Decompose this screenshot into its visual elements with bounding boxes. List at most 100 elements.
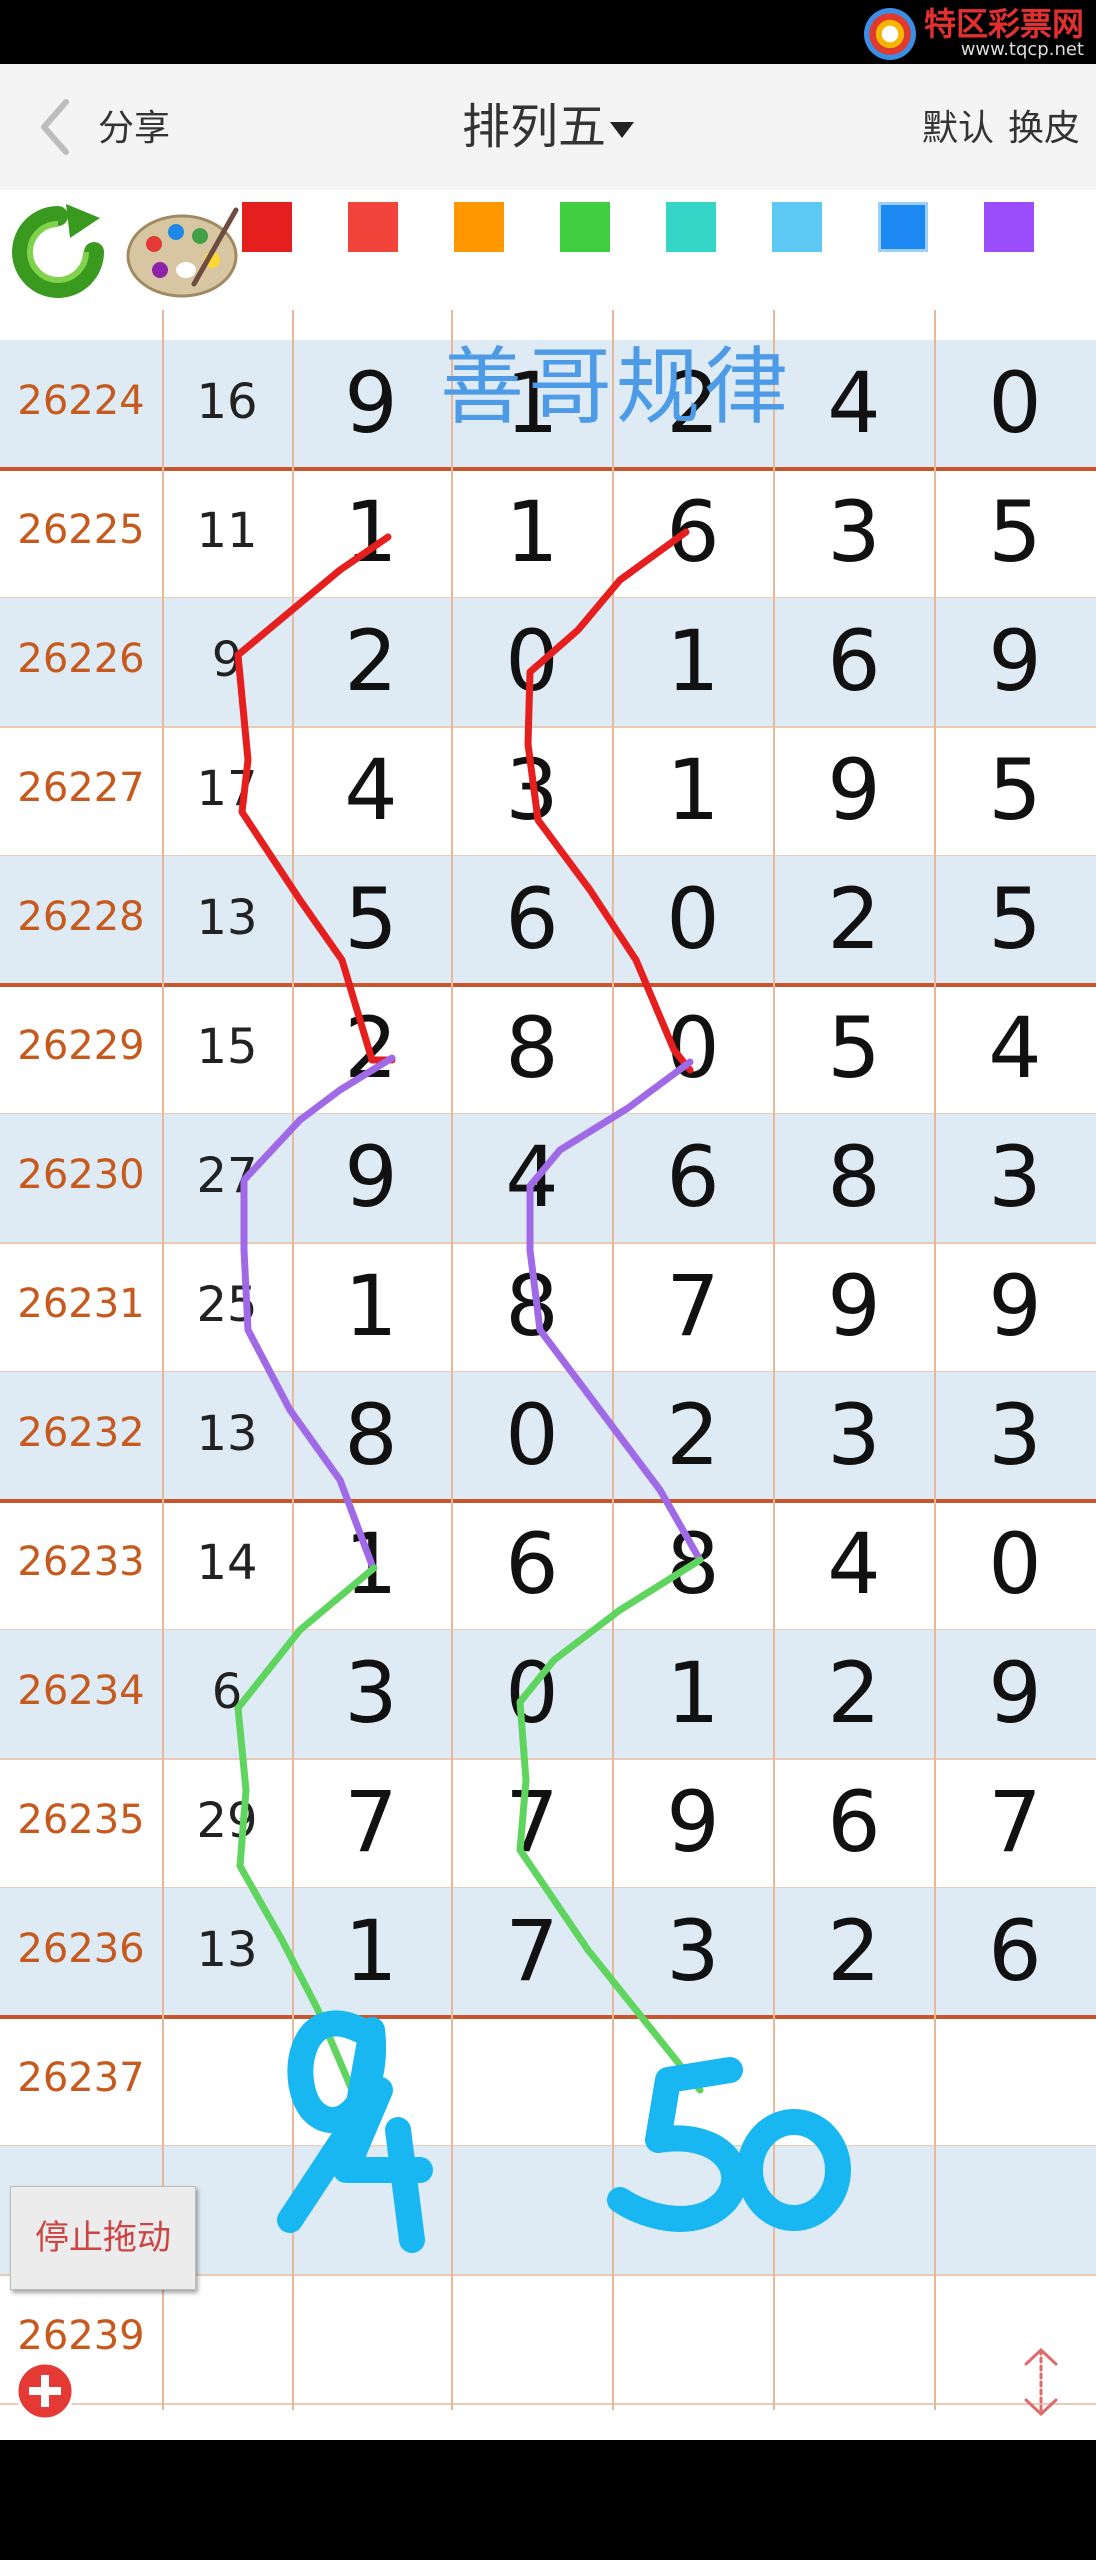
header-right-links: 默认 换皮 xyxy=(908,104,1080,154)
change-skin-button[interactable]: 换皮 xyxy=(1008,108,1080,149)
digit-sum: 6 xyxy=(211,1664,243,1720)
issue-number: 26226 xyxy=(17,636,145,682)
draw-digit: 9 xyxy=(988,1257,1042,1355)
draw-digit: 3 xyxy=(505,741,559,839)
issue-number: 26237 xyxy=(17,2055,145,2101)
logo-mark-icon xyxy=(863,8,916,60)
stop-drag-button[interactable]: 停止拖动 xyxy=(10,2186,196,2290)
draw-digit: 6 xyxy=(666,1128,720,1226)
watermark-text: 善哥规律 xyxy=(440,338,793,436)
column-divider xyxy=(451,310,453,2410)
draw-digit: 7 xyxy=(344,1773,398,1871)
draw-digit: 5 xyxy=(988,870,1042,968)
issue-number: 26239 xyxy=(17,2313,145,2359)
draw-digit: 1 xyxy=(344,1515,398,1613)
draw-digit: 4 xyxy=(827,354,881,452)
draw-digit: 0 xyxy=(666,999,720,1097)
column-divider xyxy=(773,310,775,2410)
issue-number: 26233 xyxy=(17,1539,145,1585)
draw-digit: 9 xyxy=(344,1128,398,1226)
up-down-arrows-icon[interactable] xyxy=(1014,2344,1068,2420)
issue-number: 26229 xyxy=(17,1023,145,1069)
draw-digit: 4 xyxy=(344,741,398,839)
draw-digit: 8 xyxy=(505,999,559,1097)
draw-digit: 9 xyxy=(827,741,881,839)
column-divider xyxy=(934,310,936,2410)
draw-digit: 9 xyxy=(988,612,1042,710)
table-row: 26227 17 4 3 1 9 5 xyxy=(0,727,1096,856)
draw-digit: 9 xyxy=(988,1644,1042,1742)
bottom-spacer xyxy=(0,2410,1096,2440)
issue-number: 26224 xyxy=(17,378,145,424)
draw-digit: 8 xyxy=(505,1257,559,1355)
color-swatch[interactable] xyxy=(772,202,822,252)
table-row: 26230 27 9 4 6 8 3 xyxy=(0,1114,1096,1243)
column-divider xyxy=(162,310,164,2410)
color-swatch[interactable] xyxy=(984,202,1034,252)
digit-sum: 16 xyxy=(196,374,258,430)
issue-number: 26225 xyxy=(17,507,145,553)
draw-digit: 2 xyxy=(827,870,881,968)
site-logo: 特区彩票网 www.tqcp.net xyxy=(863,6,1084,62)
page-title: 排列五 xyxy=(461,99,606,155)
digit-sum: 29 xyxy=(196,1793,258,1849)
table-row: 26229 15 2 8 0 5 4 xyxy=(0,985,1096,1114)
color-swatch[interactable] xyxy=(560,202,610,252)
default-button[interactable]: 默认 xyxy=(922,108,994,149)
digit-sum: 13 xyxy=(196,1406,258,1462)
dropdown-arrow-icon xyxy=(610,122,634,138)
digit-sum: 13 xyxy=(196,1922,258,1978)
issue-number: 26232 xyxy=(17,1410,145,1456)
draw-digit: 6 xyxy=(666,483,720,581)
draw-digit: 3 xyxy=(344,1644,398,1742)
draw-digit: 0 xyxy=(988,354,1042,452)
issue-number: 26231 xyxy=(17,1281,145,1327)
draw-digit: 2 xyxy=(344,612,398,710)
refresh-icon[interactable] xyxy=(10,204,106,300)
draw-digit: 7 xyxy=(666,1257,720,1355)
digit-sum: 14 xyxy=(196,1535,258,1591)
draw-digit: 2 xyxy=(827,1902,881,2000)
draw-digit: 3 xyxy=(827,1386,881,1484)
column-divider xyxy=(292,310,294,2410)
draw-digit: 3 xyxy=(988,1386,1042,1484)
color-swatch[interactable] xyxy=(348,202,398,252)
draw-digit: 1 xyxy=(666,1644,720,1742)
draw-digit: 5 xyxy=(344,870,398,968)
logo-url: www.tqcp.net xyxy=(960,39,1084,60)
color-swatch[interactable] xyxy=(242,202,292,252)
plus-icon[interactable] xyxy=(14,2360,76,2422)
draw-digit: 3 xyxy=(988,1128,1042,1226)
draw-digit: 7 xyxy=(988,1773,1042,1871)
draw-digit: 6 xyxy=(988,1902,1042,2000)
table-row: 26236 13 1 7 3 2 6 xyxy=(0,1888,1096,2017)
draw-digit: 8 xyxy=(344,1386,398,1484)
draw-digit: 0 xyxy=(505,1644,559,1742)
row-separator xyxy=(0,2403,1096,2405)
issue-number: 26228 xyxy=(17,894,145,940)
digit-sum: 27 xyxy=(196,1148,258,1204)
draw-digit: 1 xyxy=(666,612,720,710)
table-row: 26239 xyxy=(0,2275,1096,2404)
draw-digit: 1 xyxy=(666,741,720,839)
table-row: 26235 29 7 7 9 6 7 xyxy=(0,1759,1096,1888)
draw-digit: 8 xyxy=(666,1515,720,1613)
draw-digit: 1 xyxy=(344,1902,398,2000)
issue-number: 26235 xyxy=(17,1797,145,1843)
color-swatch[interactable] xyxy=(878,202,928,252)
table-row: 26231 25 1 8 7 9 9 xyxy=(0,1243,1096,1372)
digit-sum: 17 xyxy=(196,761,258,817)
draw-digit: 3 xyxy=(666,1902,720,2000)
issue-number: 26230 xyxy=(17,1152,145,1198)
color-swatch[interactable] xyxy=(454,202,504,252)
issue-number: 26234 xyxy=(17,1668,145,1714)
palette-icon[interactable] xyxy=(124,204,244,300)
color-swatch[interactable] xyxy=(666,202,716,252)
table-row: 26232 13 8 0 2 3 3 xyxy=(0,1372,1096,1501)
draw-table[interactable]: 26224 16 9 1 2 4 0 26225 11 1 1 6 3 5 26226 9 2 0 1 6 9 26227… xyxy=(0,310,1096,2410)
draw-digit: 7 xyxy=(505,1902,559,2000)
draw-digit: 2 xyxy=(666,1386,720,1484)
table-row: 26226 9 2 0 1 6 9 xyxy=(0,598,1096,727)
issue-number: 26227 xyxy=(17,765,145,811)
table-row: 26225 11 1 1 6 3 5 xyxy=(0,469,1096,598)
